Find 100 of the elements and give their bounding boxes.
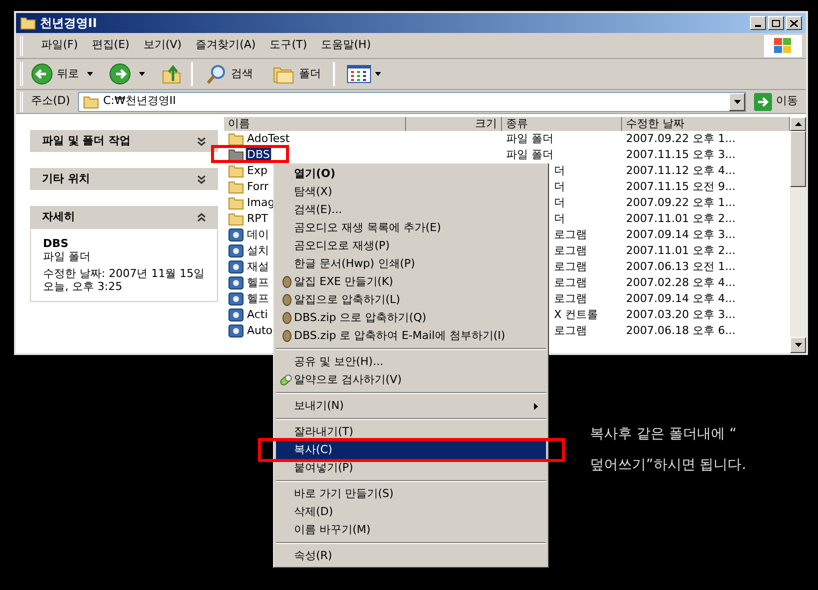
context-menu-item[interactable]: 알집으로 압축하기(L)	[276, 291, 546, 309]
pill-icon	[279, 374, 293, 386]
menu-item[interactable]: 도구(T)	[264, 35, 313, 56]
caret-icon[interactable]	[375, 72, 381, 76]
section-title: 자세히	[42, 208, 75, 225]
detail-type: 파일 폴더	[43, 250, 92, 263]
program-icon	[228, 307, 244, 323]
context-menu-item[interactable]: 검색(E)...	[276, 201, 546, 219]
file-name[interactable]: RPT	[246, 212, 269, 226]
context-menu-item[interactable]: 한글 문서(Hwp) 인쇄(P)	[276, 255, 546, 273]
context-menu-item[interactable]: 보내기(N)	[276, 397, 546, 415]
menu-item[interactable]: 편집(E)	[86, 35, 136, 56]
minimize-button[interactable]	[750, 16, 766, 30]
expand-icon[interactable]	[197, 174, 206, 184]
file-name[interactable]: Exp	[246, 164, 268, 178]
back-button[interactable]: 뒤로	[27, 63, 83, 85]
maximize-button[interactable]	[768, 16, 784, 30]
flag-logo-icon	[773, 36, 793, 54]
file-name[interactable]: 헬프	[246, 292, 270, 306]
scrollbar-thumb[interactable]	[790, 131, 806, 187]
dropdown-button[interactable]	[729, 92, 745, 110]
context-menu-item[interactable]: 복사(C)	[276, 441, 546, 459]
modified-date: 2007.03.20 오후 3...	[626, 308, 736, 321]
task-section-header[interactable]: 파일 및 폴더 작업	[30, 130, 218, 152]
detail-date: 수정한 날짜: 2007년 11월 15일 오늘, 오후 3:25	[43, 267, 205, 293]
file-type: 더	[554, 180, 565, 193]
search-icon	[205, 63, 227, 85]
column-header[interactable]: 크기	[406, 117, 502, 131]
scroll-up-button[interactable]	[790, 117, 806, 131]
file-name[interactable]: Auto	[246, 324, 274, 338]
program-icon	[228, 291, 244, 307]
folders-button[interactable]: 폴더	[269, 64, 325, 84]
file-name[interactable]: 헬프	[246, 276, 270, 290]
file-type: 더	[554, 196, 565, 209]
modified-date: 2007.06.13 오전 1...	[626, 260, 736, 273]
column-header[interactable]: 수정한 날짜	[622, 117, 790, 131]
annotation-text: 덮어쓰기”하시면 됩니다.	[590, 456, 746, 475]
file-name[interactable]: Forr	[246, 180, 270, 194]
program-icon	[228, 243, 244, 259]
views-icon	[347, 65, 371, 83]
up-caret-icon	[794, 122, 802, 126]
go-button[interactable]: 이동	[750, 92, 802, 110]
file-type: 파일 폴더	[506, 132, 554, 145]
modified-date: 2007.11.15 오전 9...	[626, 180, 736, 193]
folder-icon	[228, 164, 244, 178]
egg-icon	[282, 294, 292, 306]
window-title: 천년경영II	[40, 15, 97, 32]
column-header[interactable]: 종류	[502, 117, 622, 131]
modified-date: 2007.09.22 오후 1...	[626, 132, 736, 145]
program-icon	[228, 227, 244, 243]
file-name[interactable]: 설치	[246, 244, 270, 258]
menu-item[interactable]: 보기(V)	[137, 35, 188, 56]
submenu-arrow-icon	[534, 402, 538, 410]
file-type: 로그램	[554, 244, 587, 257]
context-menu-item[interactable]: 곰오디오로 재생(P)	[276, 237, 546, 255]
context-menu-item[interactable]: 알집 EXE 만들기(K)	[276, 273, 546, 291]
up-folder-icon[interactable]	[161, 63, 183, 85]
egg-icon	[282, 330, 292, 342]
file-name[interactable]: 재설	[246, 260, 270, 274]
caret-icon[interactable]	[87, 72, 93, 76]
context-menu-item[interactable]: 삭제(D)	[276, 503, 546, 521]
egg-icon	[282, 276, 292, 288]
caret-icon[interactable]	[139, 72, 145, 76]
task-section-header[interactable]: 자세히	[30, 206, 218, 228]
close-button[interactable]	[786, 16, 802, 30]
file-type: 로그램	[554, 292, 587, 305]
menu-item[interactable]: 즐겨찾기(A)	[190, 35, 262, 56]
folder-icon	[20, 16, 36, 30]
collapse-icon[interactable]	[197, 212, 206, 222]
address-label: 주소(D)	[30, 93, 72, 110]
context-menu-item[interactable]: 곰오디오 재생 목록에 추가(E)	[276, 219, 546, 237]
expand-icon[interactable]	[197, 136, 206, 146]
address-field[interactable]: C:₩천년경영II	[78, 92, 746, 112]
file-name[interactable]: AdoTest	[246, 132, 291, 146]
context-menu-item[interactable]: 바로 가기 만들기(S)	[276, 485, 546, 503]
down-caret-icon	[794, 343, 802, 347]
context-menu-item[interactable]: 이름 바꾸기(M)	[276, 521, 546, 539]
menu-item[interactable]: 도움말(H)	[315, 35, 377, 56]
task-section-header[interactable]: 기타 위치	[30, 168, 218, 190]
context-menu-item[interactable]: 열기(O)	[276, 165, 546, 183]
context-menu-item[interactable]: DBS.zip 로 압축하여 E-Mail에 첨부하기(I)	[276, 327, 546, 345]
file-name[interactable]: 데이	[246, 228, 270, 242]
modified-date: 2007.09.14 오후 3...	[626, 228, 736, 241]
file-name[interactable]: Acti	[246, 308, 269, 322]
annotation-text: 복사후 같은 폴더내에 “	[590, 425, 738, 444]
modified-date: 2007.09.22 오후 1...	[626, 196, 736, 209]
context-menu-item[interactable]: 붙여넣기(P)	[276, 459, 546, 477]
context-menu-item[interactable]: DBS.zip 으로 압축하기(Q)	[276, 309, 546, 327]
context-menu-item[interactable]: 알약으로 검사하기(V)	[276, 371, 546, 389]
context-menu-item[interactable]: 속성(R)	[276, 547, 546, 565]
file-type: 파일 폴더	[506, 148, 554, 161]
context-menu-item[interactable]: 탐색(X)	[276, 183, 546, 201]
file-type: 로그램	[554, 228, 587, 241]
scroll-down-button[interactable]	[790, 337, 806, 353]
context-menu-item[interactable]: 공유 및 보안(H)...	[276, 353, 546, 371]
search-button[interactable]: 검색	[201, 63, 257, 85]
context-menu-item[interactable]: 잘라내기(T)	[276, 423, 546, 441]
menu-item[interactable]: 파일(F)	[35, 35, 84, 56]
column-header[interactable]: 이름	[224, 117, 406, 131]
modified-date: 2007.02.28 오후 4...	[626, 276, 736, 289]
